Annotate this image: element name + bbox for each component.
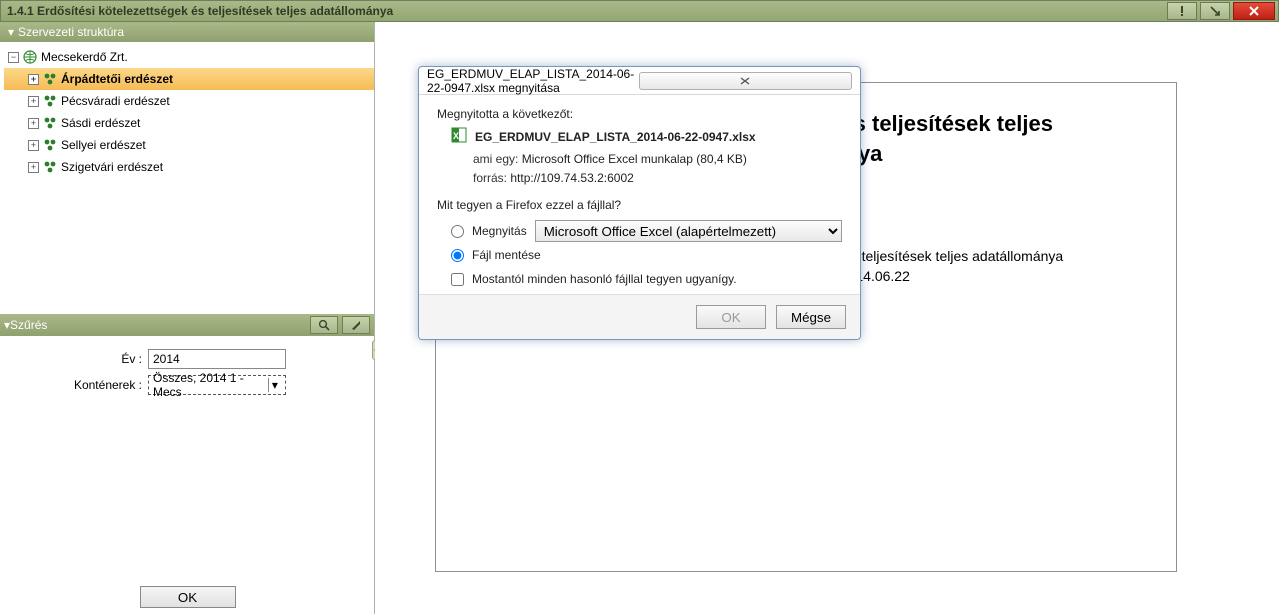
filter-header-label: Szűrés — [10, 318, 47, 332]
expand-icon[interactable]: + — [28, 96, 39, 107]
filter-form: Év : Konténerek : Összes, 2014 1 - Mecs … — [0, 336, 374, 408]
tree-item-label: Szigetvári erdészet — [61, 160, 163, 174]
excel-file-icon: X — [451, 127, 467, 146]
tree-item[interactable]: + Árpádtetői erdészet — [4, 68, 374, 90]
window-titlebar: 1.4.1 Erdősítési kötelezettségek és telj… — [0, 0, 1279, 22]
filetype-value: Microsoft Office Excel munkalap (80,4 KB… — [522, 152, 747, 166]
year-label: Év : — [8, 352, 148, 366]
filename: EG_ERDMUV_ELAP_LISTA_2014-06-22-0947.xls… — [475, 130, 756, 144]
window-title: 1.4.1 Erdősítési kötelezettségek és telj… — [1, 4, 1167, 18]
save-radio[interactable] — [451, 249, 464, 262]
source-value: http://109.74.53.2:6002 — [510, 171, 633, 185]
collapse-icon[interactable]: − — [8, 52, 19, 63]
clear-button[interactable] — [342, 316, 370, 334]
remember-checkbox[interactable] — [451, 273, 464, 286]
tree-root-label: Mecsekerdő Zrt. — [41, 50, 128, 64]
help-button[interactable] — [1167, 2, 1197, 20]
download-dialog: EG_ERDMUV_ELAP_LISTA_2014-06-22-0947.xls… — [418, 66, 861, 340]
tree-item-label: Árpádtetői erdészet — [61, 72, 173, 86]
containers-label: Konténerek : — [8, 378, 148, 392]
tree-item[interactable]: + Pécsváradi erdészet — [4, 90, 374, 112]
leaf-icon — [43, 116, 57, 130]
dialog-ok-button[interactable]: OK — [696, 305, 766, 329]
leaf-icon — [43, 94, 57, 108]
filter-panel-header[interactable]: ▾ Szűrés — [0, 314, 374, 336]
structure-header-label: Szervezeti struktúra — [18, 25, 124, 39]
open-radio[interactable] — [451, 225, 464, 238]
filetype-label: ami egy: — [473, 152, 518, 166]
tree-item[interactable]: + Sásdi erdészet — [4, 112, 374, 134]
dialog-cancel-button[interactable]: Mégse — [776, 305, 846, 329]
chevron-down-icon: ▾ — [268, 378, 281, 392]
expand-icon[interactable]: + — [28, 74, 39, 85]
search-button[interactable] — [310, 316, 338, 334]
tree-item-label: Sásdi erdészet — [61, 116, 140, 130]
dialog-question: Mit tegyen a Firefox ezzel a fájllal? — [437, 198, 842, 212]
tree-item-label: Sellyei erdészet — [61, 138, 146, 152]
tree-item-label: Pécsváradi erdészet — [61, 94, 170, 108]
apply-button[interactable]: OK — [140, 586, 236, 608]
leaf-icon — [43, 160, 57, 174]
dialog-titlebar: EG_ERDMUV_ELAP_LISTA_2014-06-22-0947.xls… — [419, 67, 860, 95]
save-radio-label: Fájl mentése — [472, 248, 541, 262]
minimize-button[interactable] — [1200, 2, 1230, 20]
tree-item[interactable]: + Szigetvári erdészet — [4, 156, 374, 178]
chevron-down-icon: ▾ — [4, 25, 18, 39]
containers-combo[interactable]: Összes, 2014 1 - Mecs ▾ — [148, 375, 286, 395]
close-button[interactable] — [1233, 2, 1275, 20]
globe-icon — [23, 50, 37, 64]
source-label: forrás: — [473, 171, 507, 185]
year-input[interactable] — [148, 349, 286, 369]
expand-icon[interactable]: + — [28, 140, 39, 151]
svg-text:X: X — [453, 131, 459, 141]
org-tree: − Mecsekerdő Zrt. + Árpádtetői erdészet … — [0, 42, 374, 314]
dialog-title: EG_ERDMUV_ELAP_LISTA_2014-06-22-0947.xls… — [427, 67, 639, 95]
leaf-icon — [43, 138, 57, 152]
tree-item[interactable]: + Sellyei erdészet — [4, 134, 374, 156]
opened-label: Megnyitotta a következőt: — [437, 107, 842, 121]
remember-label: Mostantól minden hasonló fájllal tegyen … — [472, 272, 737, 286]
structure-panel-header[interactable]: ▾ Szervezeti struktúra — [0, 22, 374, 42]
leaf-icon — [43, 72, 57, 86]
open-radio-label: Megnyitás — [472, 224, 527, 238]
sidebar: ▾ Szervezeti struktúra − Mecsekerdő Zrt.… — [0, 22, 375, 614]
containers-value: Összes, 2014 1 - Mecs — [153, 371, 268, 399]
open-with-select[interactable]: Microsoft Office Excel (alapértelmezett) — [535, 220, 842, 242]
tree-root[interactable]: − Mecsekerdő Zrt. — [4, 46, 374, 68]
dialog-close-button[interactable] — [639, 72, 853, 90]
expand-icon[interactable]: + — [28, 162, 39, 173]
expand-icon[interactable]: + — [28, 118, 39, 129]
